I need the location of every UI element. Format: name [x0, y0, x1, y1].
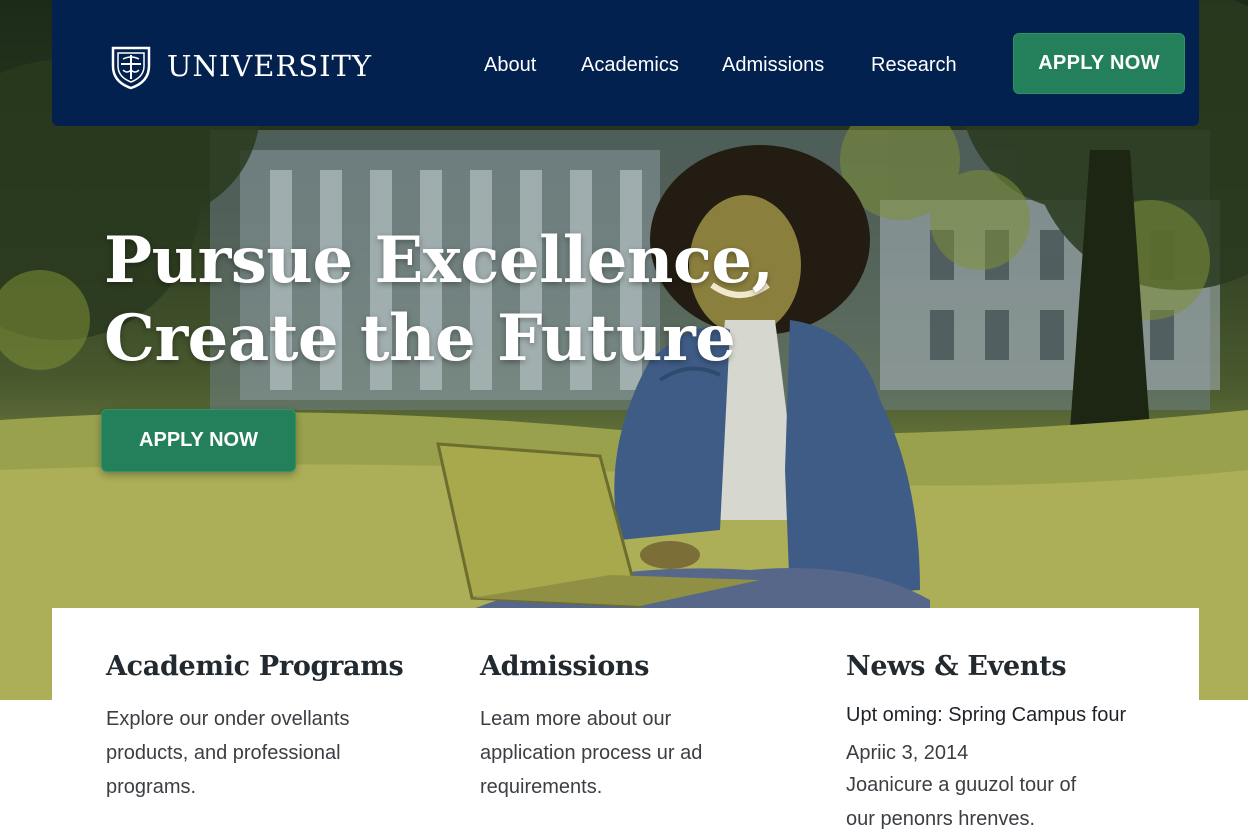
programs-description: Explore our onder ovellants products, an… — [106, 702, 436, 804]
nav-link-academics[interactable]: Academics — [581, 53, 679, 77]
programs-column: Academic Programs Explore our onder ovel… — [106, 650, 436, 804]
info-card: Academic Programs Explore our onder ovel… — [52, 608, 1199, 832]
event-date: Apriic 3, 2014 — [846, 742, 969, 764]
nav-link-research[interactable]: Research — [871, 53, 957, 77]
programs-description-line: programs. — [106, 776, 197, 798]
header-apply-now-button[interactable]: APPLY NOW — [1013, 33, 1185, 94]
admissions-heading[interactable]: Admissions — [480, 650, 810, 684]
nav-link-about[interactable]: About — [484, 53, 536, 77]
hero-headline-line-1: Pursue Excellence, — [104, 223, 774, 298]
event-description-line: our penonrs hrenves. — [846, 808, 1036, 830]
programs-heading[interactable]: Academic Programs — [106, 650, 436, 684]
brand-name: UNIVERSITY — [167, 48, 373, 83]
hero-headline-line-2: Create the Future — [104, 301, 736, 376]
admissions-description-line: application process ur ad — [480, 742, 703, 764]
nav-link-admissions[interactable]: Admissions — [722, 53, 824, 77]
university-shield-icon — [111, 46, 151, 90]
admissions-column: Admissions Leam more about our applicati… — [480, 650, 810, 804]
event-title-link[interactable]: Upt oming: Spring Campus four — [846, 702, 1176, 728]
hero-apply-now-button[interactable]: APPLY NOW — [101, 409, 296, 472]
news-events-column: News & Events Upt oming: Spring Campus f… — [846, 650, 1176, 832]
admissions-description: Leam more about our application process … — [480, 702, 810, 804]
event-description-line: Joanicure a guuzol tour of — [846, 774, 1077, 796]
hero-headline: Pursue Excellence, Create the Future — [104, 222, 774, 378]
programs-description-line: Explore our onder ovellants — [106, 708, 350, 730]
admissions-description-line: Leam more about our — [480, 708, 672, 730]
programs-description-line: products, and professional — [106, 742, 341, 764]
admissions-description-line: requirements. — [480, 776, 603, 798]
event-description: Joanicure a guuzol tour of our penonrs h… — [846, 768, 1176, 832]
top-navigation-bar: UNIVERSITY About Academics Admissions Re… — [52, 0, 1199, 126]
news-events-heading[interactable]: News & Events — [846, 650, 1176, 684]
brand[interactable]: UNIVERSITY — [107, 42, 372, 90]
